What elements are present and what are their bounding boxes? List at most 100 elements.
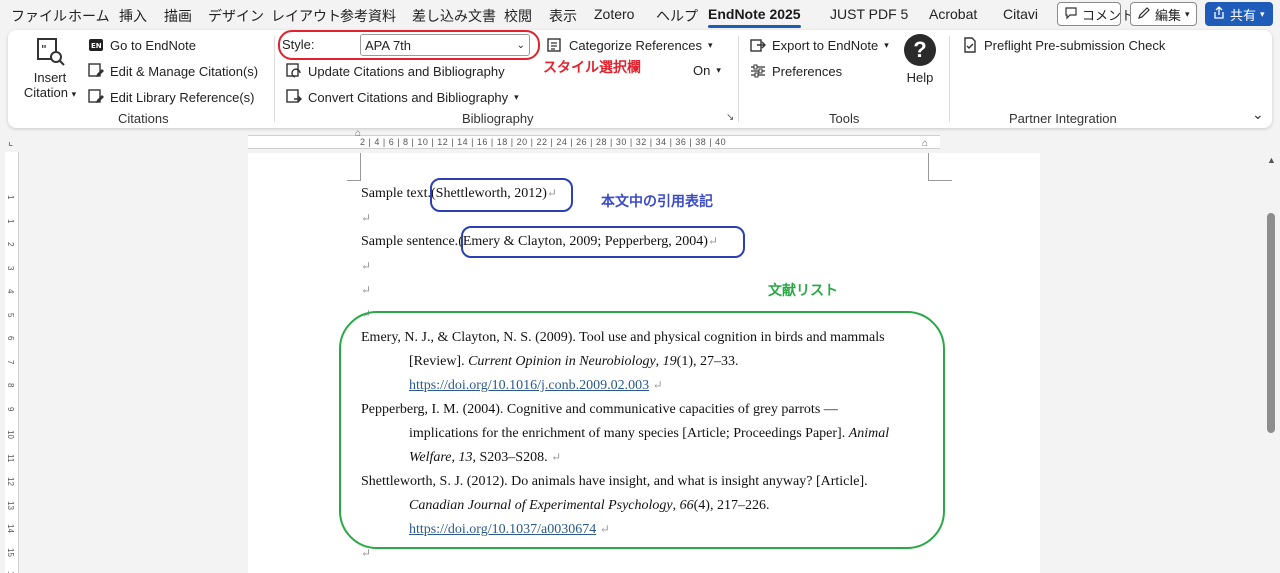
update-citations-button[interactable]: Update Citations and Bibliography <box>286 63 505 79</box>
preflight-check-button[interactable]: Preflight Pre-submission Check <box>962 37 1165 53</box>
insert-citation-icon: " <box>34 36 66 68</box>
vertical-ruler-tick: 8 <box>6 383 15 388</box>
vertical-ruler-tick: 13 <box>6 500 15 510</box>
tab-help[interactable]: ヘルプ <box>656 6 698 26</box>
endnote-logo-icon: EN <box>88 37 104 53</box>
group-divider <box>738 36 739 122</box>
body-text: Sample text. <box>361 186 431 201</box>
share-icon <box>1212 5 1226 23</box>
collapse-ribbon-icon[interactable]: ⌄ <box>1252 106 1264 123</box>
vertical-ruler-tick: 14 <box>6 524 15 533</box>
tab-zotero[interactable]: Zotero <box>594 6 634 22</box>
edit-manage-citations-button[interactable]: Edit & Manage Citation(s) <box>88 63 258 79</box>
vertical-ruler-tick: 5 <box>6 312 15 317</box>
group-divider <box>274 36 275 122</box>
tab-acrobat[interactable]: Acrobat <box>929 6 977 22</box>
indent-marker-icon[interactable]: ⌂ <box>355 128 361 139</box>
vertical-ruler-tick: 2 <box>6 242 15 247</box>
comment-button[interactable]: コメント <box>1057 2 1134 26</box>
insert-citation-label-2: Citation <box>23 85 68 100</box>
bibliography-annotation: 文献リスト <box>768 282 838 298</box>
edit-library-reference-button[interactable]: Edit Library Reference(s) <box>88 89 255 105</box>
style-field-annotation: スタイル選択欄 <box>543 59 641 75</box>
go-to-endnote-button[interactable]: EN Go to EndNote <box>88 37 196 53</box>
edit-mode-label: 編集 <box>1155 7 1182 23</box>
endnote-ribbon: " Insert Citation ▾ EN Go to EndNote Edi… <box>8 30 1272 128</box>
tab-view[interactable]: 表示 <box>549 6 577 26</box>
vertical-scrollbar[interactable]: ▲ <box>1263 153 1280 573</box>
tab-review[interactable]: 校閲 <box>504 6 532 26</box>
document-check-icon <box>962 37 978 53</box>
tab-insert[interactable]: 挿入 <box>119 6 147 26</box>
intext-citation-highlight <box>461 226 745 258</box>
tab-design[interactable]: デザイン <box>208 6 264 26</box>
instant-formatting-value: On <box>693 63 711 78</box>
tab-draw[interactable]: 描画 <box>164 6 192 26</box>
help-button[interactable]: ? Help <box>900 34 940 85</box>
vertical-ruler-tick: 12 <box>6 477 15 486</box>
tools-group-label: Tools <box>829 111 860 126</box>
go-to-endnote-label: Go to EndNote <box>110 37 196 53</box>
convert-citations-label: Convert Citations and Bibliography <box>308 89 509 105</box>
insert-citation-label-1: Insert <box>33 70 67 85</box>
vertical-ruler-tick: 4 <box>6 289 15 294</box>
update-icon <box>286 63 302 79</box>
edit-mode-button[interactable]: 編集 ▾ <box>1130 2 1197 26</box>
tab-layout[interactable]: レイアウト <box>271 6 341 26</box>
export-to-endnote-button[interactable]: Export to EndNote ▾ <box>750 37 889 53</box>
categorize-references-label: Categorize References <box>569 37 702 53</box>
share-button[interactable]: 共有 ▾ <box>1205 2 1273 26</box>
vertical-ruler-tick: 7 <box>6 359 15 364</box>
dialog-launcher-icon[interactable]: ↘ <box>726 112 734 123</box>
tab-home[interactable]: ホーム <box>68 6 110 26</box>
scrollbar-thumb[interactable] <box>1267 213 1275 433</box>
partner-integration-group-label: Partner Integration <box>1009 111 1117 126</box>
chevron-down-icon: ▾ <box>514 91 519 102</box>
edit-library-label: Edit Library Reference(s) <box>110 89 255 105</box>
export-to-endnote-label: Export to EndNote <box>772 37 879 53</box>
intext-citation-annotation: 本文中の引用表記 <box>601 193 713 209</box>
margin-corner-marker <box>928 153 952 181</box>
vertical-ruler-tick: 11 <box>6 453 15 462</box>
vertical-ruler-tick: 15 <box>6 547 15 557</box>
vertical-ruler-tick: 9 <box>6 406 15 411</box>
instant-formatting-toggle[interactable]: On ▾ <box>693 63 721 78</box>
scroll-up-icon[interactable]: ▲ <box>1267 155 1276 165</box>
convert-icon <box>286 89 302 105</box>
preferences-label: Preferences <box>772 63 843 79</box>
vertical-ruler-tick: 3 <box>6 265 15 270</box>
sliders-icon <box>750 63 766 79</box>
tab-endnote[interactable]: EndNote 2025 <box>708 6 801 28</box>
margin-corner-marker <box>347 153 361 181</box>
svg-text:": " <box>41 43 47 56</box>
question-circle-icon: ? <box>904 34 936 66</box>
empty-paragraph: ↵ <box>361 259 372 273</box>
tab-selector-icon[interactable]: ⌞ <box>8 135 13 148</box>
preflight-label: Preflight Pre-submission Check <box>984 37 1166 53</box>
bibliography-highlight <box>339 311 945 549</box>
group-divider <box>949 36 950 122</box>
update-citations-label: Update Citations and Bibliography <box>308 63 505 79</box>
convert-citations-button[interactable]: Convert Citations and Bibliography ▾ <box>286 89 519 105</box>
tab-file[interactable]: ファイル <box>11 6 67 26</box>
menu-bar: ファイル ホーム 挿入 描画 デザイン レイアウト 参考資料 差し込み文書 校閲… <box>0 0 1280 29</box>
categorize-references-button[interactable]: Categorize References ▾ <box>547 37 713 53</box>
ruler-ticks: 2 | 4 | 6 | 8 | 10 | 12 | 14 | 16 | 18 |… <box>360 137 727 147</box>
tab-mailings[interactable]: 差し込み文書 <box>412 6 496 26</box>
tab-justpdf[interactable]: JUST PDF 5 <box>830 6 908 22</box>
tab-references[interactable]: 参考資料 <box>340 6 396 26</box>
comment-icon <box>1064 6 1078 23</box>
chevron-down-icon: ▾ <box>716 65 721 75</box>
empty-paragraph: ↵ <box>361 283 372 297</box>
right-indent-marker-icon[interactable]: ⌂ <box>922 138 928 149</box>
vertical-ruler-tick: 10 <box>6 430 15 439</box>
preferences-button[interactable]: Preferences <box>750 63 842 79</box>
chevron-down-icon: ▾ <box>1185 8 1190 19</box>
tab-citavi[interactable]: Citavi <box>1003 6 1038 22</box>
vertical-ruler-tick: 6 <box>6 336 15 341</box>
bibliography-group-label: Bibliography <box>462 111 534 126</box>
edit-manage-label: Edit & Manage Citation(s) <box>110 63 259 79</box>
insert-citation-button[interactable]: " Insert Citation ▾ <box>20 34 80 104</box>
chevron-down-icon: ▾ <box>707 39 713 50</box>
edit-library-icon <box>88 89 104 105</box>
